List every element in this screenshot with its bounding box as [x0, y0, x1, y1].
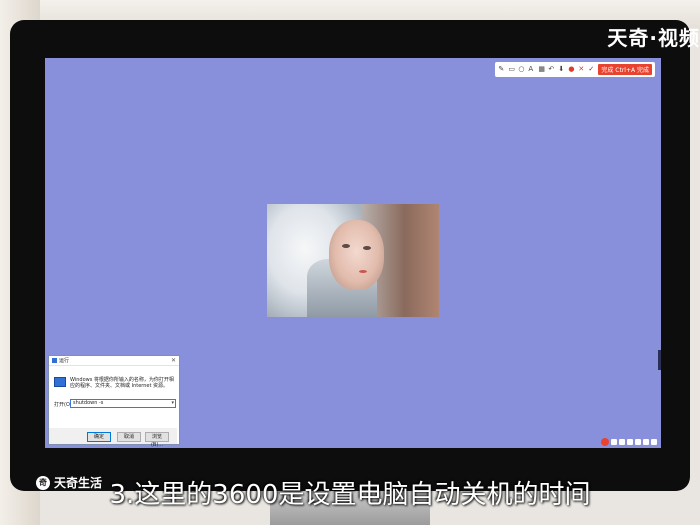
run-button-bar: 确定 取消 浏览(B)... — [49, 428, 177, 448]
desktop-photo — [267, 204, 439, 317]
video-caption: 3.这里的3600是设置电脑自动关机的时间 — [109, 480, 591, 510]
confirm-icon[interactable]: ✓ — [588, 66, 595, 73]
save-icon[interactable]: ⬇ — [558, 66, 565, 73]
photo-eye-left — [342, 244, 350, 248]
ok-button[interactable]: 确定 — [87, 432, 111, 442]
cancel-icon[interactable]: ✕ — [578, 66, 585, 73]
tray-icon[interactable] — [635, 439, 641, 445]
run-dialog-titlebar: 运行 — [49, 356, 179, 366]
run-command-value: shutdown -s — [73, 400, 104, 406]
rectangle-icon[interactable]: ▭ — [508, 66, 515, 73]
text-icon[interactable]: A — [528, 66, 535, 73]
system-tray — [601, 438, 657, 446]
undo-icon[interactable]: ↶ — [548, 66, 555, 73]
pen-icon[interactable]: ✎ — [498, 66, 505, 73]
tray-icon[interactable] — [643, 439, 649, 445]
run-dialog-title: 运行 — [59, 358, 70, 364]
screenshot-toolbar: ✎ ▭ ○ A ▦ ↶ ⬇ ● ✕ ✓ 完成 Ctrl+A 完成 — [495, 62, 655, 77]
tray-icon[interactable] — [611, 439, 617, 445]
browse-button[interactable]: 浏览(B)... — [145, 432, 169, 448]
tray-icon[interactable] — [619, 439, 625, 445]
desktop-screen: ✎ ▭ ○ A ▦ ↶ ⬇ ● ✕ ✓ 完成 Ctrl+A 完成 运行 ✕ Wi… — [45, 58, 661, 448]
cancel-button[interactable]: 取消 — [117, 432, 141, 442]
screen-edge-tab — [658, 350, 661, 370]
chevron-down-icon[interactable]: ▾ — [171, 400, 174, 407]
mosaic-icon[interactable]: ▦ — [538, 66, 545, 73]
run-app-icon — [54, 377, 66, 387]
brand-watermark: 天奇·视频 — [607, 26, 700, 50]
run-dialog: 运行 ✕ Windows 将根据你所输入的名称，为你打开相应的程序、文件夹、文档… — [48, 355, 180, 448]
toolbar-done-button[interactable]: 完成 Ctrl+A 完成 — [598, 64, 652, 75]
pin-icon[interactable]: ● — [568, 66, 575, 73]
photo-face — [329, 220, 384, 290]
circle-icon[interactable]: ○ — [518, 66, 525, 73]
tray-icon[interactable] — [651, 439, 657, 445]
close-icon[interactable]: ✕ — [171, 357, 176, 364]
photo-lips — [359, 270, 367, 273]
run-title-icon — [52, 358, 57, 363]
ime-icon[interactable] — [601, 438, 609, 446]
run-description: Windows 将根据你所输入的名称，为你打开相应的程序、文件夹、文档或 Int… — [70, 377, 174, 389]
tray-icon[interactable] — [627, 439, 633, 445]
run-command-input[interactable]: shutdown -s ▾ — [70, 399, 176, 408]
photo-eye-right — [363, 246, 371, 250]
